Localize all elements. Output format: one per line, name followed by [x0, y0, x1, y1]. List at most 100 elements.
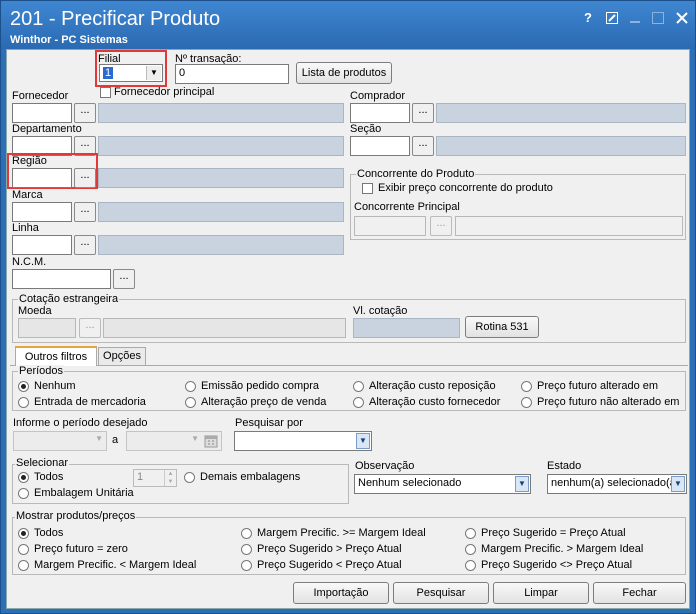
- tab-opcoes[interactable]: Opções: [98, 347, 146, 365]
- pesquisar-por-select[interactable]: ▼: [234, 431, 372, 451]
- periodo-entrada-radio[interactable]: [18, 397, 29, 408]
- close-icon[interactable]: [672, 9, 692, 27]
- title-bar: 201 - Precificar Produto Winthor - PC Si…: [1, 1, 695, 49]
- chevron-down-icon[interactable]: ▼: [356, 433, 370, 449]
- mostrar-margem-ge-radio[interactable]: [241, 528, 252, 539]
- periodo-nenhum-radio[interactable]: [18, 381, 29, 392]
- marca-input[interactable]: [12, 202, 72, 222]
- moeda-name-field: [103, 318, 346, 338]
- mostrar-option-label: Margem Precific. < Margem Ideal: [34, 559, 197, 571]
- comprador-input[interactable]: [350, 103, 410, 123]
- concorrente-name-field: [455, 216, 683, 236]
- fornecedor-search-button[interactable]: ...: [74, 103, 96, 123]
- periodo-option-label: Entrada de mercadoria: [34, 396, 146, 408]
- periodo-custo-fornecedor-radio[interactable]: [353, 397, 364, 408]
- pesquisar-button[interactable]: Pesquisar: [393, 582, 489, 604]
- secao-label: Seção: [350, 123, 382, 135]
- linha-input[interactable]: [12, 235, 72, 255]
- exibir-concorrente-checkbox[interactable]: [362, 183, 373, 194]
- vl-cotacao-field: [353, 318, 460, 338]
- mostrar-margem-lt-radio[interactable]: [18, 560, 29, 571]
- filial-select[interactable]: 1 ▼: [99, 64, 163, 82]
- mostrar-sugerido-ne-radio[interactable]: [465, 560, 476, 571]
- periodo-inicio-date: ▼: [13, 431, 107, 451]
- transacao-input[interactable]: 0: [175, 64, 289, 84]
- secao-input[interactable]: [350, 136, 410, 156]
- selecionar-unitaria-label: Embalagem Unitária: [34, 487, 134, 499]
- mostrar-todos-radio[interactable]: [18, 528, 29, 539]
- main-window: 201 - Precificar Produto Winthor - PC Si…: [0, 0, 696, 614]
- moeda-search-button[interactable]: ...: [79, 318, 101, 338]
- periodo-option-label: Emissão pedido compra: [201, 380, 320, 392]
- comprador-search-button[interactable]: ...: [412, 103, 434, 123]
- fechar-button[interactable]: Fechar: [593, 582, 686, 604]
- periodo-preco-futuro-nao-alterado-radio[interactable]: [521, 397, 532, 408]
- concorrente-code-field: [354, 216, 426, 236]
- linha-search-button[interactable]: ...: [74, 235, 96, 255]
- fornecedor-input[interactable]: [12, 103, 72, 123]
- chevron-down-icon: ▼: [95, 434, 103, 443]
- chevron-down-icon: ▼: [191, 434, 199, 443]
- edit-icon[interactable]: [602, 9, 622, 27]
- regiao-name-field: [98, 168, 344, 188]
- secao-name-field: [436, 136, 686, 156]
- departamento-name-field: [98, 136, 344, 156]
- form-body: Filial 1 ▼ Nº transação: 0 Lista de prod…: [6, 49, 690, 609]
- window-title: 201 - Precificar Produto: [10, 8, 221, 30]
- maximize-icon[interactable]: [648, 9, 668, 27]
- chevron-down-icon[interactable]: ▼: [146, 66, 161, 80]
- moeda-input: [18, 318, 76, 338]
- observacao-select[interactable]: Nenhum selecionado ▼: [354, 474, 531, 494]
- linha-label: Linha: [12, 222, 39, 234]
- selecionar-demais-radio[interactable]: [184, 472, 195, 483]
- mostrar-sugerido-eq-radio[interactable]: [465, 528, 476, 539]
- mostrar-option-label: Preço Sugerido > Preço Atual: [257, 543, 402, 555]
- periodo-option-label: Nenhum: [34, 380, 76, 392]
- secao-search-button[interactable]: ...: [412, 136, 434, 156]
- selecionar-todos-radio[interactable]: [18, 472, 29, 483]
- importacao-button[interactable]: Importação: [293, 582, 389, 604]
- mostrar-option-label: Preço Sugerido < Preço Atual: [257, 559, 402, 571]
- mostrar-option-label: Margem Precific. >= Margem Ideal: [257, 527, 426, 539]
- marca-search-button[interactable]: ...: [74, 202, 96, 222]
- help-icon[interactable]: ?: [578, 9, 598, 27]
- periodo-option-label: Alteração custo reposição: [369, 380, 496, 392]
- mostrar-option-label: Preço Sugerido = Preço Atual: [481, 527, 626, 539]
- mostrar-sugerido-lt-radio[interactable]: [241, 560, 252, 571]
- ncm-input[interactable]: [12, 269, 111, 289]
- mostrar-futuro-zero-radio[interactable]: [18, 544, 29, 555]
- chevron-down-icon[interactable]: ▼: [515, 476, 529, 492]
- chevron-down-icon[interactable]: ▼: [671, 476, 685, 492]
- fornecedor-principal-checkbox[interactable]: [100, 87, 111, 98]
- minimize-icon[interactable]: [625, 9, 645, 27]
- filial-value: 1: [103, 67, 114, 79]
- selecionar-unitaria-radio[interactable]: [18, 488, 29, 499]
- linha-name-field: [98, 235, 344, 255]
- mostrar-legend: Mostrar produtos/preços: [15, 510, 137, 522]
- estado-value: nenhum(a) selecionado(a): [551, 477, 680, 489]
- rotina-531-button[interactable]: Rotina 531: [465, 316, 539, 338]
- periodo-preco-venda-radio[interactable]: [185, 397, 196, 408]
- mostrar-option-label: Preço futuro = zero: [34, 543, 128, 555]
- informe-periodo-label: Informe o período desejado: [13, 417, 148, 429]
- mostrar-margem-gt-radio[interactable]: [465, 544, 476, 555]
- estado-select[interactable]: nenhum(a) selecionado(a) ▼: [547, 474, 687, 494]
- periodo-custo-reposicao-radio[interactable]: [353, 381, 364, 392]
- periodo-fim-date: ▼: [126, 431, 222, 451]
- regiao-input[interactable]: [12, 168, 72, 188]
- tab-outros-filtros[interactable]: Outros filtros: [15, 346, 97, 366]
- observacao-label: Observação: [355, 460, 415, 472]
- regiao-search-button[interactable]: ...: [74, 168, 96, 188]
- periodo-preco-futuro-alterado-radio[interactable]: [521, 381, 532, 392]
- mostrar-sugerido-gt-radio[interactable]: [241, 544, 252, 555]
- ncm-search-button[interactable]: ...: [113, 269, 135, 289]
- embalagem-qty-value: 1: [137, 471, 144, 483]
- periodo-option-label: Alteração custo fornecedor: [369, 396, 501, 408]
- periodo-emissao-radio[interactable]: [185, 381, 196, 392]
- fornecedor-label: Fornecedor: [12, 90, 69, 102]
- concorrente-search-button[interactable]: ...: [430, 216, 452, 236]
- calendar-icon: [204, 434, 218, 448]
- limpar-button[interactable]: Limpar: [493, 582, 589, 604]
- mostrar-option-label: Preço Sugerido <> Preço Atual: [481, 559, 633, 571]
- lista-produtos-button[interactable]: Lista de produtos: [296, 62, 392, 84]
